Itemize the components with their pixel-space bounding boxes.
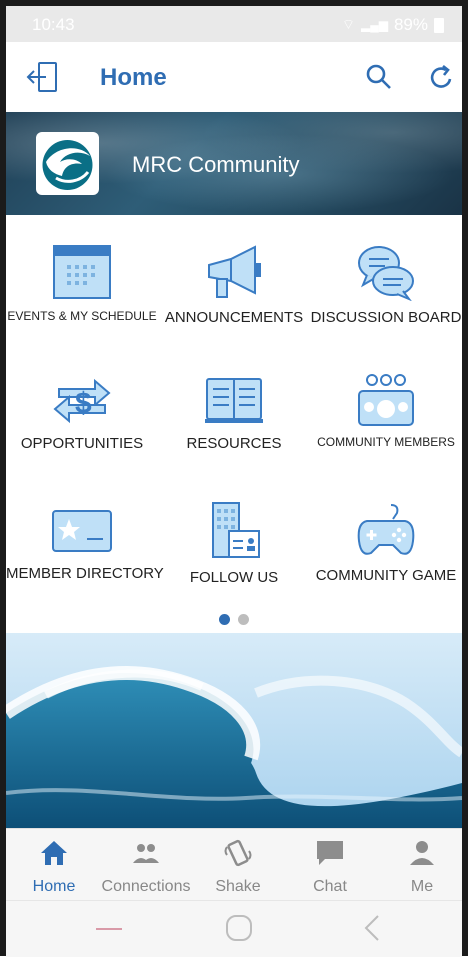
tile-label: FOLLOW US: [189, 569, 279, 586]
shake-phone-icon: [224, 839, 252, 867]
system-navigation-bar: [6, 900, 462, 957]
home-button-icon[interactable]: [224, 913, 254, 943]
tile-label: RESOURCES: [186, 435, 282, 452]
home-icon: [41, 841, 67, 865]
tile-label: ANNOUNCEMENTS: [164, 309, 304, 326]
people-icon: [133, 844, 159, 863]
building-icon: [212, 502, 260, 558]
tile-events-my-schedule[interactable]: EVENTS & MY SCHEDULE: [6, 243, 158, 323]
wave-image: [6, 633, 462, 828]
nav-connections[interactable]: Connections: [100, 839, 192, 896]
nav-label: Connections: [101, 878, 191, 895]
tile-opportunities[interactable]: $ OPPORTUNITIES: [6, 373, 158, 452]
tile-follow-us[interactable]: FOLLOW US: [158, 501, 310, 586]
search-icon[interactable]: [362, 60, 396, 94]
status-time: 10:43: [32, 15, 75, 34]
recent-apps-icon[interactable]: [94, 919, 124, 939]
nav-label: Home: [32, 878, 76, 895]
page-title: Home: [100, 64, 167, 91]
chat-bubbles-icon: [358, 246, 414, 301]
page-indicator: [6, 612, 462, 630]
feature-grid: EVENTS & MY SCHEDULE ANNOUNCEMENTS DISCU…: [6, 215, 462, 635]
community-logo: [36, 132, 99, 195]
tile-label: OPPORTUNITIES: [20, 435, 144, 452]
nav-chat[interactable]: Chat: [284, 839, 376, 896]
person-icon: [410, 841, 434, 865]
svg-text:$: $: [75, 387, 92, 420]
document-icon: [205, 378, 263, 423]
bottom-nav: Home Connections Shake Chat Me: [6, 828, 462, 901]
tile-community-game[interactable]: COMMUNITY GAME: [310, 501, 462, 584]
refresh-icon[interactable]: [424, 60, 458, 94]
community-banner: MRC Community: [6, 112, 462, 215]
logout-icon[interactable]: [26, 60, 60, 94]
signal-icon: ▂▄▆: [361, 18, 388, 32]
id-card-icon: [52, 510, 112, 552]
tile-label: COMMUNITY MEMBERS: [317, 435, 455, 449]
nav-label: Me: [410, 878, 434, 895]
wifi-icon: ⌔: [341, 16, 355, 32]
tile-community-members[interactable]: COMMUNITY MEMBERS: [310, 373, 462, 449]
nav-home[interactable]: Home: [8, 839, 100, 896]
page-dot[interactable]: [238, 614, 250, 625]
back-button-icon[interactable]: [358, 913, 388, 943]
megaphone-icon: [208, 245, 261, 298]
battery-level: 89%: [393, 15, 428, 34]
status-bar: 10:43 ⌔ ▂▄▆ 89%: [6, 6, 462, 42]
nav-me[interactable]: Me: [376, 839, 468, 896]
calendar-icon: [53, 245, 111, 299]
chat-icon: [317, 841, 343, 865]
gamepad-icon: [357, 504, 415, 555]
tile-label: EVENTS & MY SCHEDULE: [7, 309, 157, 323]
tile-label: MEMBER DIRECTORY: [6, 565, 164, 582]
nav-label: Shake: [215, 878, 261, 895]
tile-announcements[interactable]: ANNOUNCEMENTS: [158, 243, 310, 326]
battery-icon: [434, 17, 444, 33]
dollar-exchange-icon: $: [53, 378, 111, 424]
group-icon: [358, 374, 414, 426]
community-name: MRC Community: [132, 152, 300, 177]
nav-shake[interactable]: Shake: [192, 839, 284, 896]
page-dot-active[interactable]: [218, 614, 230, 625]
tile-label: COMMUNITY GAME: [315, 567, 457, 584]
app-bar: Home: [6, 42, 462, 112]
tile-member-directory[interactable]: MEMBER DIRECTORY: [6, 501, 164, 582]
tile-resources[interactable]: RESOURCES: [158, 373, 310, 452]
nav-label: Chat: [313, 878, 347, 895]
tile-discussion-board[interactable]: DISCUSSION BOARD: [310, 243, 462, 326]
tile-label: DISCUSSION BOARD: [310, 309, 462, 326]
